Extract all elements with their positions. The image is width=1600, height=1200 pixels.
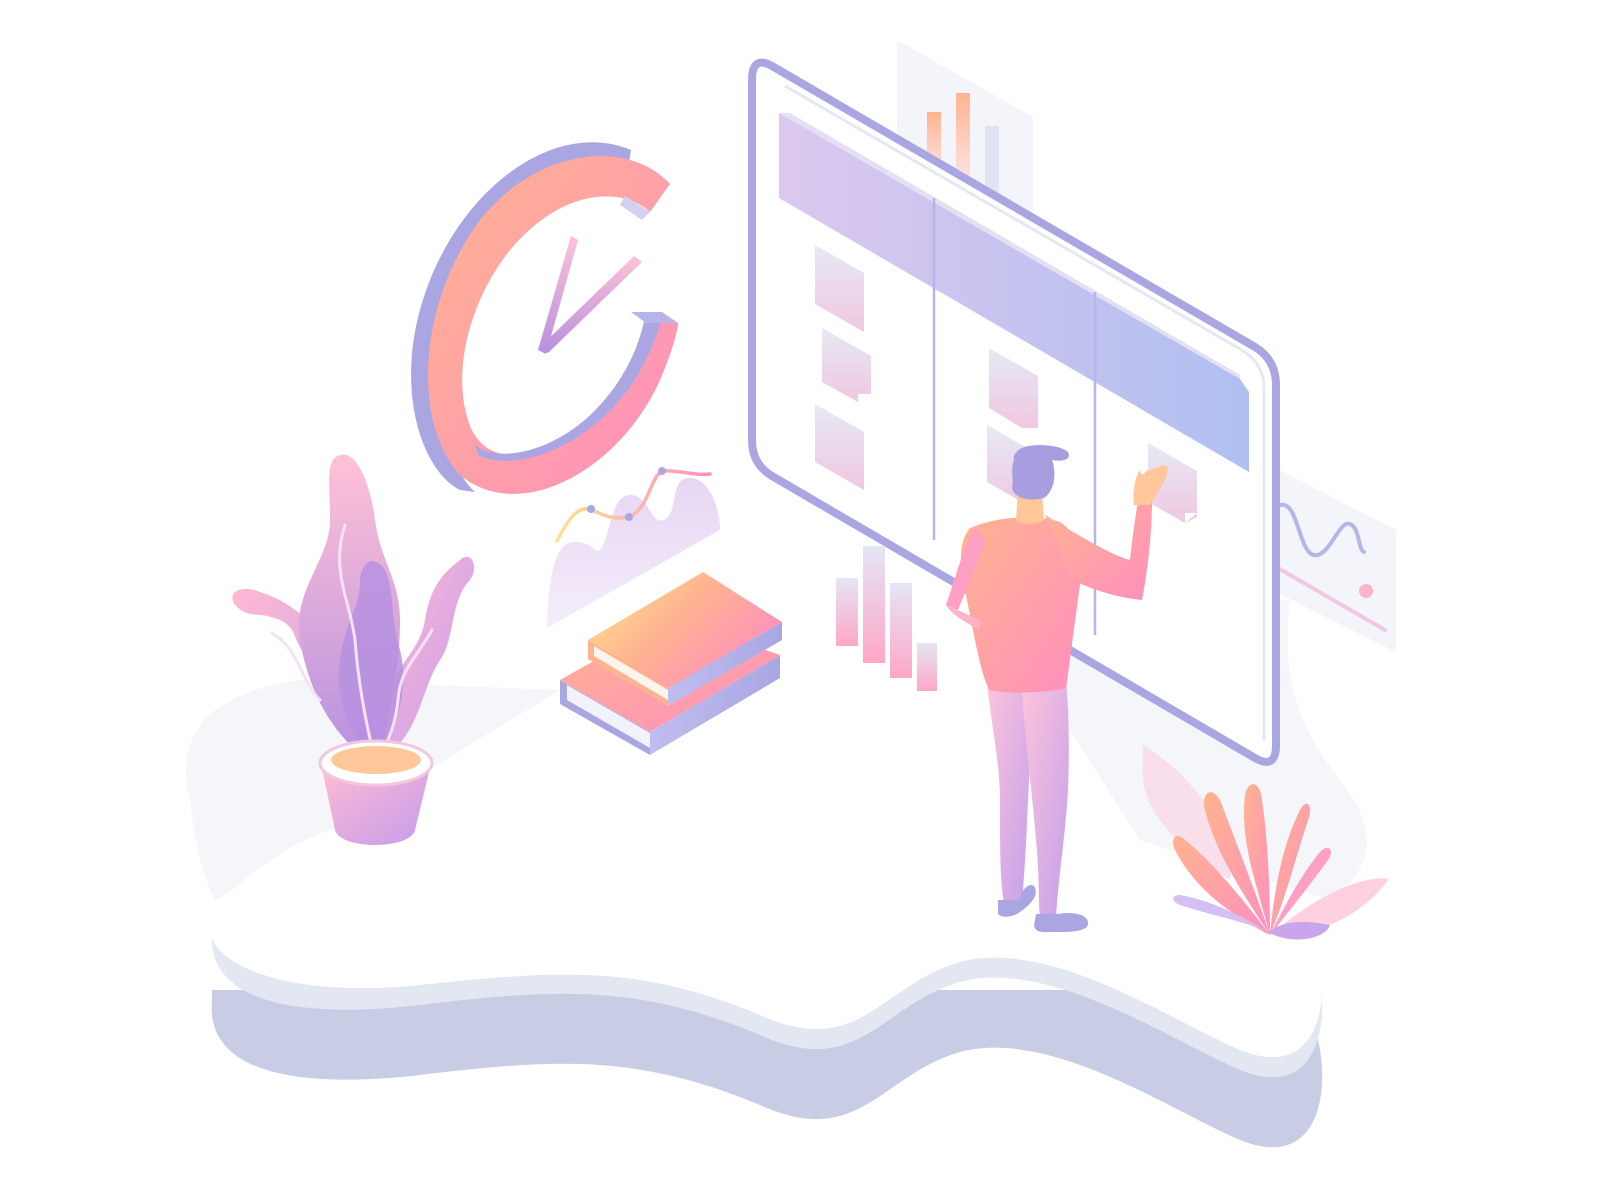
illustration-canvas [186,40,1396,1148]
chart-bar [836,578,858,646]
pot-soil [331,746,421,774]
chart-bar [890,583,912,678]
person-shoe-right [1034,912,1089,933]
clock-icon [411,142,678,494]
chart-dot [587,505,595,513]
chart-bar [917,643,937,691]
wave-chart-panel [1272,466,1396,652]
chart-dot [625,513,633,521]
chart-dot [658,467,666,475]
chart-bar [863,546,885,663]
chart-dot [1359,584,1373,598]
